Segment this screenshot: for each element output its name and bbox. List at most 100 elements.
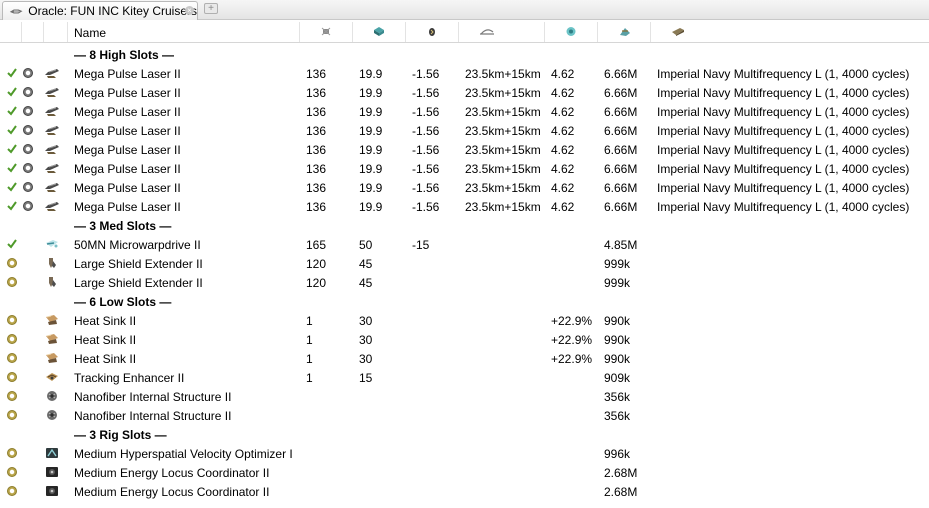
col-active[interactable] [22, 22, 44, 42]
tab-title: Oracle: FUN INC Kitey Cruisers [28, 4, 197, 18]
checkmark-icon [7, 239, 17, 249]
module-pg: 19.9 [359, 181, 383, 195]
module-row[interactable]: Large Shield Extender II 120 45 999k [0, 273, 929, 292]
checkmark-icon [7, 201, 17, 211]
module-pg: 15 [359, 371, 373, 385]
col-state[interactable] [0, 22, 22, 42]
col-charge[interactable] [651, 22, 929, 42]
module-cpu: 1 [306, 314, 313, 328]
laser-turret-icon [45, 126, 59, 135]
module-state-active-icon[interactable] [23, 125, 33, 135]
module-pg: 19.9 [359, 124, 383, 138]
module-track: 4.62 [551, 162, 575, 176]
module-cap: -1.56 [412, 162, 440, 176]
module-row[interactable]: Medium Hyperspatial Velocity Optimizer I… [0, 444, 929, 463]
slot-section-label: — 6 Low Slots — [74, 295, 172, 309]
module-name: Medium Energy Locus Coordinator II [74, 485, 270, 499]
rig-velocity-icon [46, 448, 58, 458]
module-state-passive-icon[interactable] [7, 353, 17, 363]
laser-turret-icon [45, 202, 59, 211]
module-state-active-icon[interactable] [23, 163, 33, 173]
module-state-active-icon[interactable] [23, 106, 33, 116]
slot-section-header: — 6 Low Slots — [0, 292, 929, 311]
module-state-active-icon[interactable] [23, 144, 33, 154]
col-powergrid[interactable] [353, 22, 406, 42]
module-state-passive-icon[interactable] [7, 448, 17, 458]
module-state-passive-icon[interactable] [7, 277, 17, 287]
module-row[interactable]: Heat Sink II 1 30 +22.9% 990k [0, 330, 929, 349]
col-tracking[interactable] [545, 22, 598, 42]
module-state-active-icon[interactable] [23, 201, 33, 211]
col-name[interactable]: Name [68, 22, 300, 42]
module-row[interactable]: Heat Sink II 1 30 +22.9% 990k [0, 311, 929, 330]
module-row[interactable]: Mega Pulse Laser II 136 19.9 -1.56 23.5km+15… [0, 64, 929, 83]
module-cap: -1.56 [412, 86, 440, 100]
module-cpu: 1 [306, 371, 313, 385]
module-track: 4.62 [551, 200, 575, 214]
col-icon[interactable] [44, 22, 68, 42]
slot-section-label: — 3 Rig Slots — [74, 428, 167, 442]
module-state-active-icon[interactable] [23, 182, 33, 192]
col-price[interactable] [598, 22, 651, 42]
module-range: 23.5km+15km [465, 105, 541, 119]
module-row[interactable]: Large Shield Extender II 120 45 999k [0, 254, 929, 273]
module-name: Heat Sink II [74, 333, 137, 347]
module-pg: 19.9 [359, 86, 383, 100]
module-row[interactable]: Mega Pulse Laser II 136 19.9 -1.56 23.5km+15… [0, 159, 929, 178]
module-state-passive-icon[interactable] [7, 372, 17, 382]
module-price: 990k [604, 314, 631, 328]
module-charge: Imperial Navy Multifrequency L (1, 4000 … [657, 162, 910, 176]
module-track: +22.9% [551, 333, 593, 347]
col-capacitor[interactable] [406, 22, 459, 42]
module-state-active-icon[interactable] [23, 87, 33, 97]
module-state-passive-icon[interactable] [7, 315, 17, 325]
laser-turret-icon [45, 107, 59, 116]
module-row[interactable]: Medium Energy Locus Coordinator II 2.68M [0, 482, 929, 501]
heat-sink-icon [46, 334, 58, 344]
checkmark-icon [7, 68, 17, 78]
module-name: Large Shield Extender II [74, 276, 203, 290]
module-cpu: 136 [306, 124, 327, 138]
module-state-passive-icon[interactable] [7, 410, 17, 420]
module-row[interactable]: Nanofiber Internal Structure II 356k [0, 406, 929, 425]
rig-energy-icon [46, 467, 58, 477]
module-price: 990k [604, 352, 631, 366]
module-state-passive-icon[interactable] [7, 258, 17, 268]
module-row[interactable]: Tracking Enhancer II 1 15 909k [0, 368, 929, 387]
module-row[interactable]: Mega Pulse Laser II 136 19.9 -1.56 23.5km+15… [0, 121, 929, 140]
laser-turret-icon [45, 88, 59, 97]
col-cpu[interactable] [300, 22, 353, 42]
module-row[interactable]: 50MN Microwarpdrive II 165 50 -15 4.85M [0, 235, 929, 254]
module-row[interactable]: Nanofiber Internal Structure II 356k [0, 387, 929, 406]
module-cpu: 136 [306, 162, 327, 176]
module-pg: 19.9 [359, 67, 383, 81]
module-price: 6.66M [604, 181, 638, 195]
module-price: 6.66M [604, 124, 638, 138]
module-pg: 19.9 [359, 200, 383, 214]
module-row[interactable]: Heat Sink II 1 30 +22.9% 990k [0, 349, 929, 368]
module-cpu: 136 [306, 105, 327, 119]
module-cpu: 1 [306, 352, 313, 366]
nanofiber-icon [47, 391, 57, 401]
module-row[interactable]: Mega Pulse Laser II 136 19.9 -1.56 23.5km+15… [0, 197, 929, 216]
module-price: 6.66M [604, 67, 638, 81]
module-row[interactable]: Mega Pulse Laser II 136 19.9 -1.56 23.5km+15… [0, 102, 929, 121]
module-state-passive-icon[interactable] [7, 486, 17, 496]
module-state-passive-icon[interactable] [7, 334, 17, 344]
close-tab-icon[interactable]: × [185, 6, 194, 15]
module-pg: 30 [359, 314, 373, 328]
module-row[interactable]: Mega Pulse Laser II 136 19.9 -1.56 23.5km+15… [0, 140, 929, 159]
module-cap: -1.56 [412, 200, 440, 214]
module-row[interactable]: Medium Energy Locus Coordinator II 2.68M [0, 463, 929, 482]
fit-tab[interactable]: Oracle: FUN INC Kitey Cruisers × [2, 1, 198, 20]
module-state-passive-icon[interactable] [7, 467, 17, 477]
module-state-passive-icon[interactable] [7, 391, 17, 401]
module-row[interactable]: Mega Pulse Laser II 136 19.9 -1.56 23.5km+15… [0, 83, 929, 102]
module-name: Mega Pulse Laser II [74, 86, 181, 100]
col-range[interactable] [459, 22, 545, 42]
module-row[interactable]: Mega Pulse Laser II 136 19.9 -1.56 23.5km+15… [0, 178, 929, 197]
module-state-active-icon[interactable] [23, 68, 33, 78]
new-tab-icon[interactable]: + [204, 3, 218, 14]
module-price: 356k [604, 390, 631, 404]
tracking-icon [566, 27, 576, 36]
